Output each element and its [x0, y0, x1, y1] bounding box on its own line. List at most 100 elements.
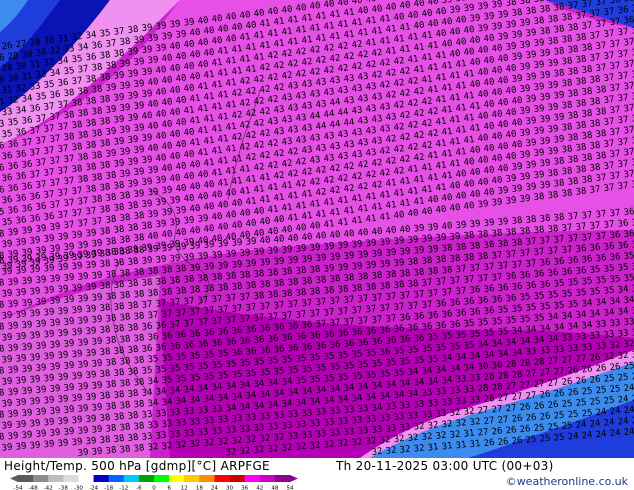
contour-label: 36: [15, 127, 27, 138]
contour-label: 39: [77, 404, 89, 415]
contour-label: 34: [525, 325, 537, 336]
contour-label: 38: [357, 272, 369, 283]
contour-label: 38: [547, 168, 559, 179]
contour-label: 35: [287, 365, 299, 376]
contour-label: 32: [15, 83, 27, 94]
contour-label: 37: [189, 307, 201, 318]
contour-label: 37: [77, 218, 89, 229]
contour-label: 35: [581, 276, 593, 287]
contour-label: 37: [85, 206, 97, 217]
contour-label: 24: [595, 407, 607, 418]
contour-label: 39: [63, 317, 75, 328]
contour-label: 37: [315, 297, 327, 308]
contour-label: 36: [561, 267, 573, 278]
contour-label: 37: [43, 124, 55, 135]
contour-label: 38: [351, 283, 363, 294]
contour-label: 37: [609, 83, 621, 94]
contour-label: 26: [491, 426, 503, 437]
contour-label: 38: [105, 193, 117, 204]
contour-label: 36: [477, 295, 489, 306]
contour-label: 41: [245, 64, 257, 75]
map-view: 2426272830313234353738393939394040404040…: [0, 0, 634, 490]
contour-label: 36: [239, 336, 251, 347]
contour-label: 36: [301, 342, 313, 353]
contour-label: 38: [63, 132, 75, 143]
contour-label: 40: [175, 73, 187, 84]
contour-label: 24: [623, 383, 634, 394]
contour-label: 41: [217, 112, 229, 123]
contour-label: 39: [169, 253, 181, 264]
contour-label: 39: [63, 383, 75, 394]
contour-label: 40: [477, 133, 489, 144]
contour-label: 42: [365, 60, 377, 71]
contour-label: 32: [371, 447, 383, 458]
contour-label: 41: [427, 173, 439, 184]
contour-label: 37: [57, 210, 69, 221]
contour-label: 43: [329, 141, 341, 152]
contour-label: 40: [281, 5, 293, 16]
contour-label: 39: [141, 133, 153, 144]
contour-label: 36: [617, 240, 629, 251]
contour-label: 38: [99, 391, 111, 402]
contour-label: 40: [435, 205, 447, 216]
contour-label: 40: [413, 21, 425, 32]
contour-label: 30: [15, 61, 27, 72]
contour-label: 42: [231, 132, 243, 143]
contour-label: 41: [225, 144, 237, 155]
credit-link[interactable]: ©weatheronline.co.uk: [506, 475, 628, 488]
contour-label: 39: [133, 145, 145, 156]
contour-label: 32: [623, 339, 634, 350]
contour-label: 43: [357, 94, 369, 105]
contour-label: 35: [99, 28, 111, 39]
contour-label: 41: [365, 38, 377, 49]
contour-label: 39: [351, 239, 363, 250]
contour-label: 39: [267, 246, 279, 257]
contour-label: 38: [203, 284, 215, 295]
contour-label: 39: [323, 241, 335, 252]
contour-label: 40: [259, 235, 271, 246]
contour-label: 27: [553, 366, 565, 377]
contour-label: 42: [301, 57, 313, 68]
contour-label: 41: [197, 148, 209, 159]
contour-label: 41: [189, 94, 201, 105]
contour-label: 41: [225, 56, 237, 67]
contour-label: 38: [267, 268, 279, 279]
weather-map: 2426272830313234353738393939394040404040…: [0, 0, 634, 458]
contour-label: 34: [407, 367, 419, 378]
contour-label: 34: [623, 295, 634, 306]
contour-label: 37: [161, 309, 173, 320]
contour-label: 38: [99, 226, 111, 237]
contour-label: 40: [197, 192, 209, 203]
contour-label: 32: [231, 436, 243, 447]
contour-label: 41: [267, 28, 279, 39]
contour-label: 42: [413, 109, 425, 120]
contour-label: 38: [477, 251, 489, 262]
contour-label: 43: [309, 89, 321, 100]
contour-label: 41: [287, 37, 299, 48]
contour-label: 34: [273, 388, 285, 399]
contour-label: 39: [85, 414, 97, 425]
contour-label: 33: [245, 413, 257, 424]
contour-label: 43: [351, 150, 363, 161]
contour-label: 33: [441, 397, 453, 408]
contour-label: 41: [421, 30, 433, 41]
contour-label: 33: [141, 432, 153, 443]
contour-label: 35: [217, 349, 229, 360]
contour-label: 42: [281, 159, 293, 170]
contour-label: 38: [91, 172, 103, 183]
contour-label: 35: [399, 356, 411, 367]
contour-label: 40: [497, 164, 509, 175]
contour-label: 43: [365, 104, 377, 115]
contour-label: 36: [609, 252, 621, 263]
contour-label: 27: [547, 356, 559, 367]
contour-label: 38: [99, 347, 111, 358]
contour-label: 41: [441, 171, 453, 182]
contour-label: 32: [435, 431, 447, 442]
contour-label: 38: [133, 377, 145, 388]
contour-label: 38: [253, 291, 265, 302]
contour-label: 39: [169, 217, 181, 228]
contour-label: 30: [7, 73, 19, 84]
contour-label: 39: [357, 250, 369, 261]
contour-label: 39: [287, 255, 299, 266]
contour-label: 33: [155, 409, 167, 420]
